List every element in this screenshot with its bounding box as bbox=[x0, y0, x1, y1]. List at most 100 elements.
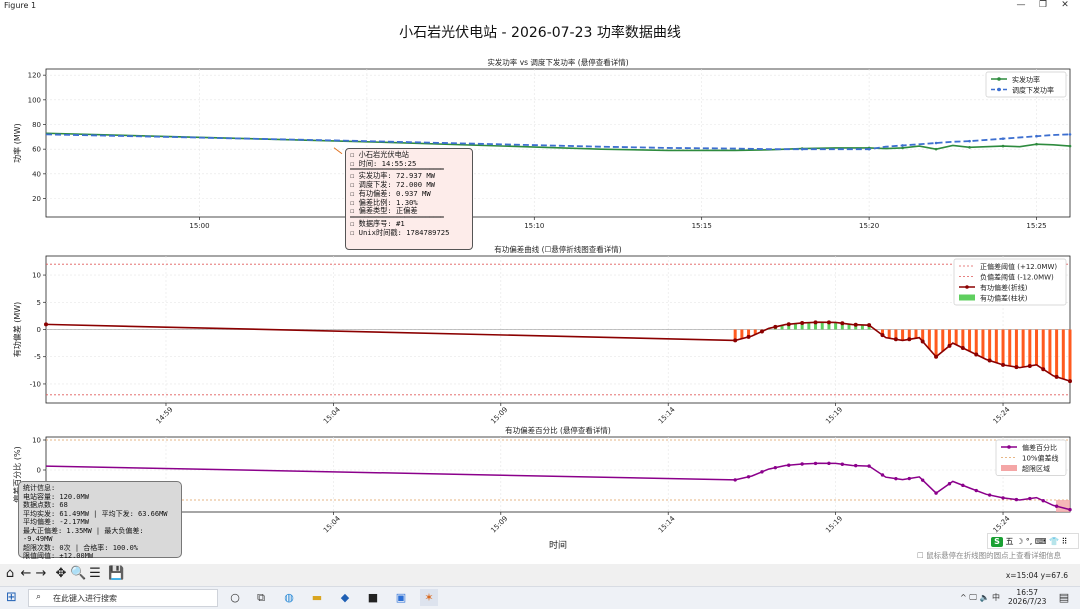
word-icon[interactable]: ▣ bbox=[392, 589, 410, 606]
legend-label: 实发功率 bbox=[1012, 75, 1040, 84]
y-tick-label: 20 bbox=[32, 195, 41, 203]
data-point bbox=[987, 358, 992, 363]
deviation-bar bbox=[901, 329, 905, 341]
browser-icon[interactable]: ◍ bbox=[280, 589, 298, 606]
data-point bbox=[1068, 133, 1072, 136]
legend-marker bbox=[1007, 445, 1011, 449]
cursor-coordinates: x=15:04 y=67.6 bbox=[1005, 571, 1068, 580]
notification-icon[interactable]: ▤ bbox=[1055, 589, 1073, 606]
deviation-bar bbox=[947, 329, 951, 346]
task-view-icon[interactable]: ⧉ bbox=[252, 589, 270, 606]
data-point bbox=[968, 146, 971, 149]
y-tick-label: -5 bbox=[34, 353, 41, 361]
stats-box: 统计信息: 电站容量: 120.0MW 数据点数: 68 平均实发: 61.49… bbox=[18, 481, 182, 560]
y-tick-label: 120 bbox=[28, 72, 41, 80]
stats-line: 最大正偏差: 1.35MW | 最大负偏差: -9.49MW bbox=[23, 526, 144, 544]
clock-date: 2026/7/23 bbox=[1008, 597, 1047, 606]
data-point bbox=[907, 337, 912, 342]
y-axis-label: 功率 (MW) bbox=[12, 123, 22, 163]
forward-icon[interactable]: → bbox=[33, 566, 49, 581]
deviation-bar bbox=[740, 329, 744, 339]
hover-tooltip: ☐ 小石岩光伏电站 ☐ 时间: 14:55:25 ═══════════════… bbox=[345, 148, 473, 250]
data-point bbox=[1035, 142, 1038, 146]
data-point bbox=[968, 139, 971, 143]
data-point bbox=[867, 323, 872, 328]
pycharm-icon[interactable]: ■ bbox=[364, 589, 382, 606]
cortana-icon[interactable]: ○ bbox=[226, 589, 244, 606]
y-tick-label: 0 bbox=[37, 326, 41, 334]
data-point bbox=[1068, 507, 1072, 512]
save-icon[interactable]: 💾 bbox=[108, 566, 124, 581]
x-tick-label: 15:09 bbox=[489, 406, 509, 426]
axes-title: 有功偏差百分比 (悬停查看详情) bbox=[505, 425, 611, 435]
back-icon[interactable]: ← bbox=[18, 566, 34, 581]
stats-line: 统计信息: bbox=[23, 484, 56, 492]
data-point bbox=[1001, 496, 1005, 500]
data-point bbox=[907, 476, 911, 481]
deviation-bar bbox=[1008, 329, 1012, 366]
deviation-bar bbox=[1021, 329, 1025, 368]
stats-line: 限值阈值: ±12.00MW bbox=[23, 552, 94, 560]
deviation-bar bbox=[961, 329, 965, 349]
deviation-bar bbox=[927, 329, 931, 350]
y-tick-label: 40 bbox=[32, 170, 41, 178]
data-point bbox=[840, 462, 845, 466]
taskbar-clock[interactable]: 16:57 2026/7/23 bbox=[1008, 588, 1046, 606]
legend-marker bbox=[965, 285, 969, 289]
legend-marker bbox=[997, 77, 1001, 81]
data-point bbox=[901, 146, 904, 150]
data-point bbox=[920, 478, 925, 482]
data-point bbox=[894, 476, 898, 481]
pan-icon[interactable]: ✥ bbox=[53, 566, 69, 581]
ime-status: 五 ☽ °, ⌨ 👕 ⠿ bbox=[1005, 537, 1068, 546]
x-tick-label: 15:04 bbox=[322, 514, 342, 534]
data-point bbox=[854, 463, 858, 468]
deviation-bar bbox=[954, 329, 958, 345]
deviation-bar bbox=[1001, 329, 1005, 365]
data-point bbox=[800, 147, 804, 151]
data-point bbox=[786, 322, 791, 327]
app-icon[interactable]: ◆ bbox=[336, 589, 354, 606]
deviation-bar bbox=[988, 329, 992, 361]
x-tick-label: 15:25 bbox=[1026, 222, 1046, 230]
data-point bbox=[787, 463, 791, 467]
deviation-bar bbox=[1068, 329, 1072, 382]
data-point bbox=[733, 338, 738, 343]
search-placeholder: 在此键入进行搜索 bbox=[53, 594, 117, 603]
data-point bbox=[961, 483, 965, 488]
x-tick-label: 15:19 bbox=[824, 406, 844, 426]
ime-toolbar[interactable]: S 五 ☽ °, ⌨ 👕 ⠿ bbox=[987, 533, 1079, 549]
legend-label: 正偏差阈值 (+12.0MW) bbox=[980, 262, 1057, 271]
zoom-icon[interactable]: 🔍 bbox=[70, 566, 86, 581]
data-point bbox=[813, 461, 818, 466]
y-tick-label: 5 bbox=[37, 299, 41, 307]
deviation-bar bbox=[914, 329, 918, 339]
data-point bbox=[1001, 362, 1006, 367]
data-point bbox=[974, 352, 979, 357]
data-point bbox=[840, 321, 845, 326]
data-point bbox=[1054, 504, 1059, 508]
data-point bbox=[746, 475, 751, 479]
y-axis-label: 有功偏差 (MW) bbox=[12, 302, 22, 358]
deviation-bar bbox=[1061, 329, 1065, 380]
legend-label: 负偏差阈值 (-12.0MW) bbox=[980, 273, 1054, 282]
configure-icon[interactable]: ☰ bbox=[87, 566, 103, 581]
plot-area bbox=[45, 436, 1071, 513]
y-tick-label: 0 bbox=[37, 467, 41, 475]
legend-swatch bbox=[1001, 465, 1017, 471]
data-point bbox=[901, 144, 904, 147]
taskbar-search[interactable]: ⌕ 在此键入进行搜索 bbox=[28, 589, 218, 607]
data-point bbox=[1068, 144, 1072, 148]
x-tick-label: 15:19 bbox=[824, 515, 844, 535]
file-explorer-icon[interactable]: ▬ bbox=[308, 589, 326, 606]
y-tick-label: 80 bbox=[32, 121, 41, 129]
taskbar: ⊞ ⌕ 在此键入进行搜索 ○ ⧉ ◍ ▬ ◆ ■ ▣ ✶ ^ 🖵 🔈 中 16:… bbox=[0, 586, 1080, 609]
data-point bbox=[827, 461, 831, 466]
windows-start-icon[interactable]: ⊞ bbox=[6, 590, 17, 605]
ime-logo-icon: S bbox=[991, 537, 1003, 547]
system-tray[interactable]: ^ 🖵 🔈 中 bbox=[960, 592, 1000, 603]
python-figure-icon[interactable]: ✶ bbox=[420, 589, 438, 606]
home-icon[interactable]: ⌂ bbox=[2, 566, 18, 581]
clock-time: 16:57 bbox=[1016, 588, 1039, 597]
legend-label: 偏差百分比 bbox=[1022, 443, 1057, 452]
